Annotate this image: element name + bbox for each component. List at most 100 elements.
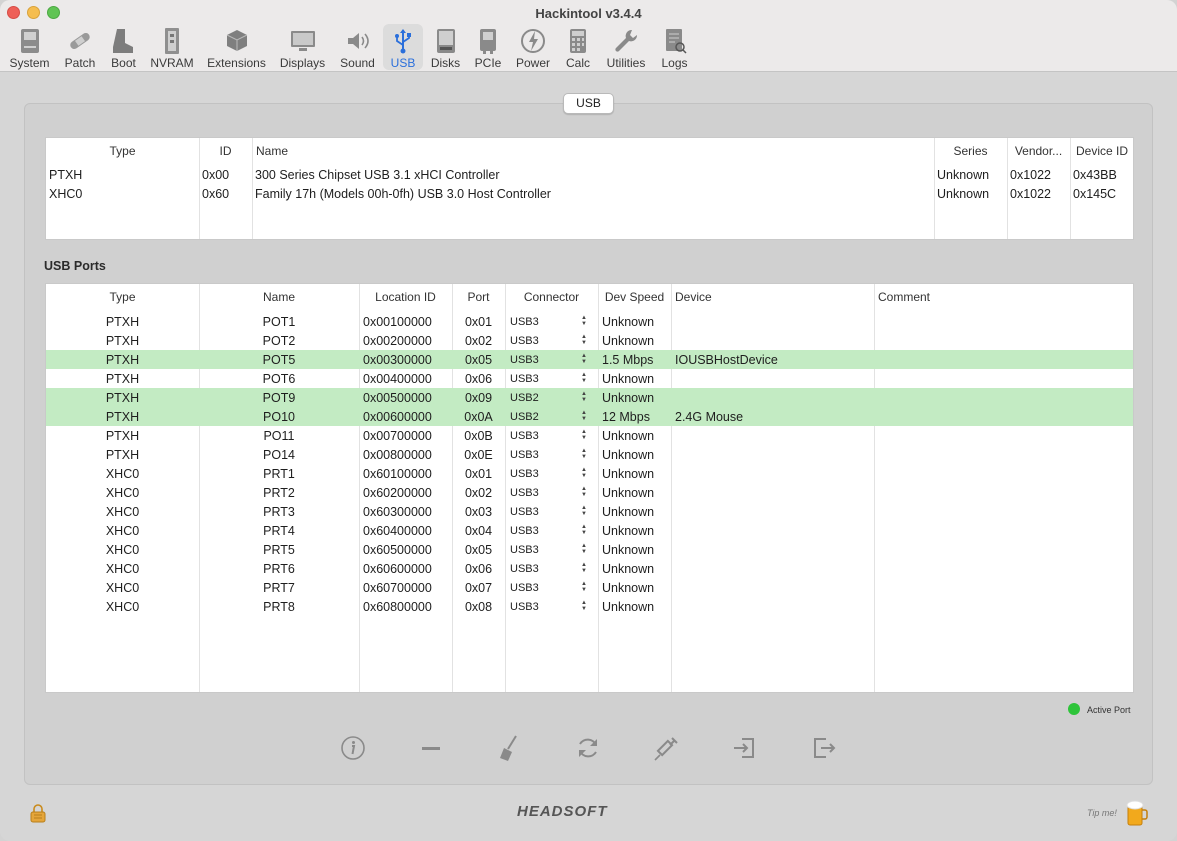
beer-icon[interactable] [1126, 799, 1148, 827]
toolbar-tab-usb[interactable]: USB [383, 24, 423, 70]
active-port-legend-label: Active Port [1087, 705, 1131, 715]
usb-port-row[interactable]: PTXH PO14 0x00800000 0x0E USB3 ▲ ▼ Unknown [46, 445, 1133, 464]
usb-port-row[interactable]: XHC0 PRT5 0x60500000 0x05 USB3 ▲ ▼ Unknown [46, 540, 1133, 559]
chevron-up-down-icon[interactable]: ▲ ▼ [581, 372, 587, 384]
connector-select[interactable]: USB3 [510, 525, 570, 537]
usb-port-row[interactable]: XHC0 PRT6 0x60600000 0x06 USB3 ▲ ▼ Unknown [46, 559, 1133, 578]
syringe-icon[interactable] [652, 733, 682, 763]
broom-icon[interactable] [494, 733, 524, 763]
tab-usb[interactable]: USB [563, 93, 614, 114]
controller-row[interactable]: XHC0 0x60 Family 17h (Models 00h-0fh) USB … [46, 184, 1133, 203]
chevron-up-down-icon[interactable]: ▲ ▼ [581, 334, 587, 346]
column-header[interactable]: Device [675, 290, 878, 304]
chevron-up-down-icon[interactable]: ▲ ▼ [581, 600, 587, 612]
toolbar-tab-label: Calc [565, 56, 590, 70]
connector-select[interactable]: USB3 [510, 544, 570, 556]
toolbar-tab-pcie[interactable]: PCIe [471, 24, 505, 70]
column-header[interactable]: Comment [878, 290, 1138, 304]
chevron-up-down-icon[interactable]: ▲ ▼ [581, 448, 587, 460]
chevron-up-down-icon[interactable]: ▲ ▼ [581, 505, 587, 517]
chevron-up-down-icon[interactable]: ▲ ▼ [581, 581, 587, 593]
sound-icon [337, 27, 378, 55]
chevron-up-down-icon[interactable]: ▲ ▼ [581, 524, 587, 536]
toolbar-tab-utilities[interactable]: Utilities [603, 24, 649, 70]
chevron-up-down-icon[interactable]: ▲ ▼ [581, 315, 587, 327]
connector-select[interactable]: USB3 [510, 582, 570, 594]
port-name-cell: POT9 [262, 391, 296, 405]
chevron-up-down-icon[interactable]: ▲ ▼ [581, 410, 587, 422]
toolbar-tab-disks[interactable]: Disks [428, 24, 463, 70]
column-header[interactable]: Port [452, 290, 505, 304]
column-header[interactable]: Location ID [359, 290, 452, 304]
system-icon [8, 27, 51, 55]
toolbar-tab-calc[interactable]: Calc [562, 24, 594, 70]
chevron-up-down-icon[interactable]: ▲ ▼ [581, 486, 587, 498]
connector-select[interactable]: USB3 [510, 449, 570, 461]
import-icon[interactable] [730, 733, 760, 763]
port-port-cell: 0x04 [464, 524, 493, 538]
usb-port-row[interactable]: PTXH POT6 0x00400000 0x06 USB3 ▲ ▼ Unknown [46, 369, 1133, 388]
usb-port-row[interactable]: XHC0 PRT1 0x60100000 0x01 USB3 ▲ ▼ Unknown [46, 464, 1133, 483]
column-header[interactable]: Vendor... [1007, 144, 1070, 158]
column-header[interactable]: Type [46, 144, 199, 158]
connector-select[interactable]: USB3 [510, 563, 570, 575]
connector-select[interactable]: USB3 [510, 354, 570, 366]
chevron-up-down-icon[interactable]: ▲ ▼ [581, 429, 587, 441]
lock-icon[interactable] [30, 803, 46, 823]
connector-select[interactable]: USB3 [510, 601, 570, 613]
usb-port-row[interactable]: PTXH POT1 0x00100000 0x01 USB3 ▲ ▼ Unknown [46, 312, 1133, 331]
chevron-up-down-icon[interactable]: ▲ ▼ [581, 353, 587, 365]
toolbar-tab-nvram[interactable]: NVRAM [150, 24, 194, 70]
column-header[interactable]: Device ID [1070, 144, 1134, 158]
connector-select[interactable]: USB3 [510, 506, 570, 518]
port-location-cell: 0x60300000 [363, 505, 432, 519]
connector-select[interactable]: USB3 [510, 468, 570, 480]
export-icon[interactable] [808, 733, 838, 763]
chevron-up-down-icon[interactable]: ▲ ▼ [581, 543, 587, 555]
connector-select[interactable]: USB3 [510, 430, 570, 442]
column-header[interactable]: Dev Speed [598, 290, 671, 304]
port-name-cell: POT1 [262, 315, 296, 329]
port-location-cell: 0x00600000 [363, 410, 432, 424]
toolbar-tab-logs[interactable]: Logs [658, 24, 691, 70]
usb-port-row[interactable]: XHC0 PRT7 0x60700000 0x07 USB3 ▲ ▼ Unknown [46, 578, 1133, 597]
refresh-icon[interactable] [573, 733, 603, 763]
connector-select[interactable]: USB2 [510, 411, 570, 423]
usb-port-row[interactable]: PTXH POT9 0x00500000 0x09 USB2 ▲ ▼ Unknown [46, 388, 1133, 407]
column-header[interactable]: Connector [505, 290, 598, 304]
usb-port-row[interactable]: PTXH PO11 0x00700000 0x0B USB3 ▲ ▼ Unknown [46, 426, 1133, 445]
usb-port-row[interactable]: XHC0 PRT8 0x60800000 0x08 USB3 ▲ ▼ Unknown [46, 597, 1133, 616]
column-header[interactable]: Series [934, 144, 1007, 158]
connector-select[interactable]: USB3 [510, 487, 570, 499]
column-header[interactable]: Name [199, 290, 359, 304]
chevron-up-down-icon[interactable]: ▲ ▼ [581, 562, 587, 574]
port-port-cell: 0x01 [464, 315, 493, 329]
usb-port-row[interactable]: XHC0 PRT3 0x60300000 0x03 USB3 ▲ ▼ Unknown [46, 502, 1133, 521]
connector-select[interactable]: USB3 [510, 335, 570, 347]
toolbar-tab-power[interactable]: Power [514, 24, 552, 70]
chevron-up-down-icon[interactable]: ▲ ▼ [581, 391, 587, 403]
connector-select[interactable]: USB3 [510, 373, 570, 385]
usb-port-row[interactable]: PTXH POT2 0x00200000 0x02 USB3 ▲ ▼ Unknown [46, 331, 1133, 350]
connector-select[interactable]: USB3 [510, 316, 570, 328]
port-type-cell: XHC0 [105, 581, 140, 595]
controller-row[interactable]: PTXH 0x00 300 Series Chipset USB 3.1 xHCI … [46, 165, 1133, 184]
column-header[interactable]: ID [199, 144, 252, 158]
usb-port-row[interactable]: XHC0 PRT2 0x60200000 0x02 USB3 ▲ ▼ Unknown [46, 483, 1133, 502]
minus-icon[interactable] [416, 733, 446, 763]
chevron-up-down-icon[interactable]: ▲ ▼ [581, 467, 587, 479]
toolbar-tab-displays[interactable]: Displays [278, 24, 327, 70]
tip-me-label[interactable]: Tip me! [1087, 808, 1117, 818]
toolbar-tab-extensions[interactable]: Extensions [205, 24, 268, 70]
column-header[interactable]: Type [46, 290, 199, 304]
toolbar-tab-patch[interactable]: Patch [60, 24, 100, 70]
toolbar-tab-boot[interactable]: Boot [107, 24, 140, 70]
column-header[interactable]: Name [256, 144, 938, 158]
toolbar-tab-sound[interactable]: Sound [337, 24, 378, 70]
toolbar-tab-system[interactable]: System [8, 24, 51, 70]
usb-port-row[interactable]: PTXH POT5 0x00300000 0x05 USB3 ▲ ▼ 1.5 Mbps IOUS… [46, 350, 1133, 369]
usb-port-row[interactable]: XHC0 PRT4 0x60400000 0x04 USB3 ▲ ▼ Unknown [46, 521, 1133, 540]
usb-port-row[interactable]: PTXH PO10 0x00600000 0x0A USB2 ▲ ▼ 12 Mbps 2.4G … [46, 407, 1133, 426]
connector-select[interactable]: USB2 [510, 392, 570, 404]
info-icon[interactable] [338, 733, 368, 763]
